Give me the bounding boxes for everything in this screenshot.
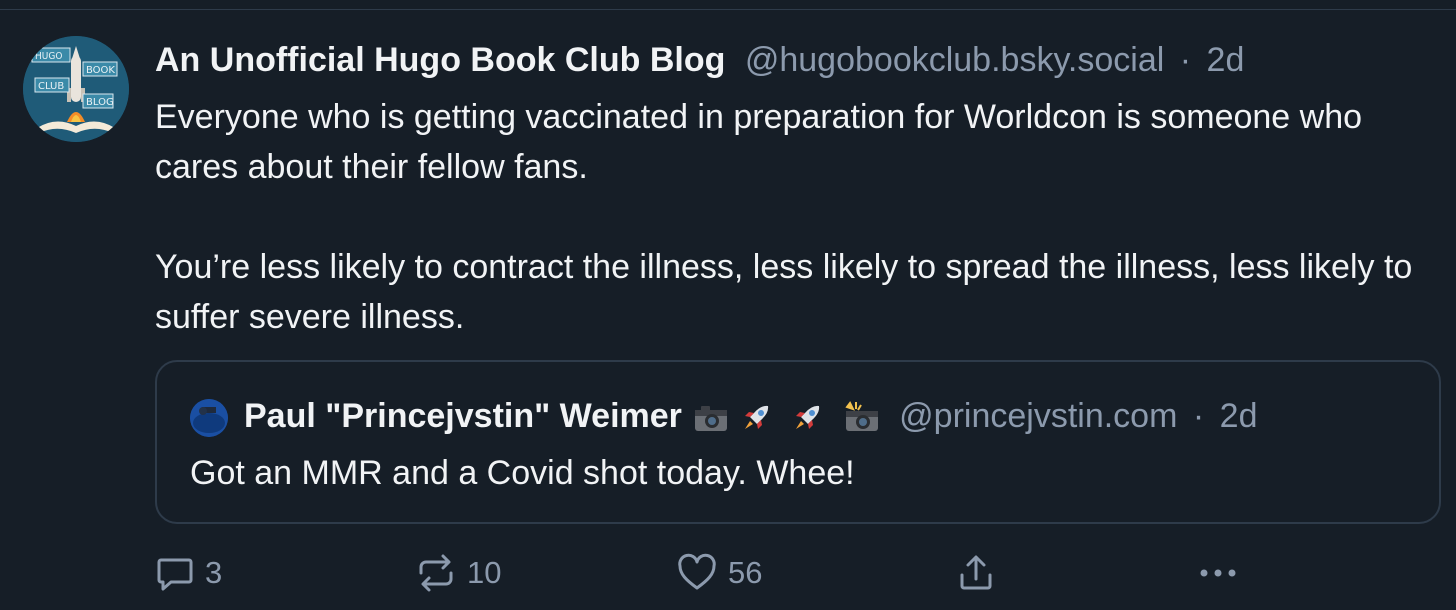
- like-button[interactable]: 56: [676, 548, 762, 598]
- hugo-book-club-logo: HUGO BOOK CLUB BLOG: [23, 36, 129, 142]
- like-count: 56: [728, 555, 763, 590]
- reply-count: 3: [205, 555, 223, 590]
- more-options-button[interactable]: [1196, 548, 1242, 598]
- header-separator: ·: [1179, 41, 1192, 79]
- camera-flash-icon: [844, 398, 880, 446]
- quoted-header-separator: ·: [1192, 397, 1205, 435]
- rocket-icon: [741, 398, 773, 446]
- camera-icon: [693, 398, 729, 446]
- more-horizontal-icon: [1200, 569, 1236, 577]
- quoted-author-avatar[interactable]: [190, 399, 228, 437]
- post[interactable]: HUGO BOOK CLUB BLOG An Unofficial Hugo B…: [0, 0, 1456, 610]
- repost-icon: [419, 554, 453, 592]
- quoted-post-timestamp[interactable]: 2d: [1220, 397, 1258, 435]
- globe-avatar-icon: [190, 399, 228, 437]
- author-handle[interactable]: @hugobookclub.bsky.social: [745, 41, 1164, 79]
- divider: [0, 9, 1456, 10]
- quoted-post-header: Paul "Princejvstin" Weimer @princejvstin…: [244, 392, 1257, 440]
- repost-button[interactable]: 10: [415, 548, 501, 598]
- repost-count: 10: [467, 555, 502, 590]
- post-header: An Unofficial Hugo Book Club Blog @hugob…: [155, 38, 1244, 82]
- post-actions: 3 10 56: [0, 548, 1456, 598]
- post-paragraph: Everyone who is getting vaccinated in pr…: [155, 98, 1363, 186]
- reply-icon: [157, 558, 193, 591]
- quoted-post-text: Got an MMR and a Covid shot today. Whee!: [190, 454, 855, 492]
- quoted-author-handle[interactable]: @princejvstin.com: [899, 397, 1177, 435]
- quoted-author-display-name[interactable]: Paul "Princejvstin" Weimer: [244, 397, 682, 435]
- avatar-word-hugo: HUGO: [35, 51, 62, 62]
- post-timestamp[interactable]: 2d: [1207, 41, 1245, 79]
- heart-icon: [678, 553, 716, 590]
- author-display-name[interactable]: An Unofficial Hugo Book Club Blog: [155, 41, 725, 79]
- avatar-word-blog: BLOG: [86, 97, 114, 108]
- reply-button[interactable]: 3: [155, 548, 222, 598]
- post-paragraph: You’re less likely to contract the illne…: [155, 248, 1413, 336]
- author-avatar[interactable]: HUGO BOOK CLUB BLOG: [23, 36, 129, 142]
- post-text: Everyone who is getting vaccinated in pr…: [155, 92, 1435, 342]
- share-icon: [960, 555, 992, 590]
- share-button[interactable]: [956, 548, 996, 598]
- avatar-word-club: CLUB: [38, 81, 64, 92]
- quoted-post-card[interactable]: Paul "Princejvstin" Weimer @princejvstin…: [155, 360, 1441, 524]
- avatar-word-book: BOOK: [86, 65, 115, 76]
- rocket-icon: [792, 398, 824, 446]
